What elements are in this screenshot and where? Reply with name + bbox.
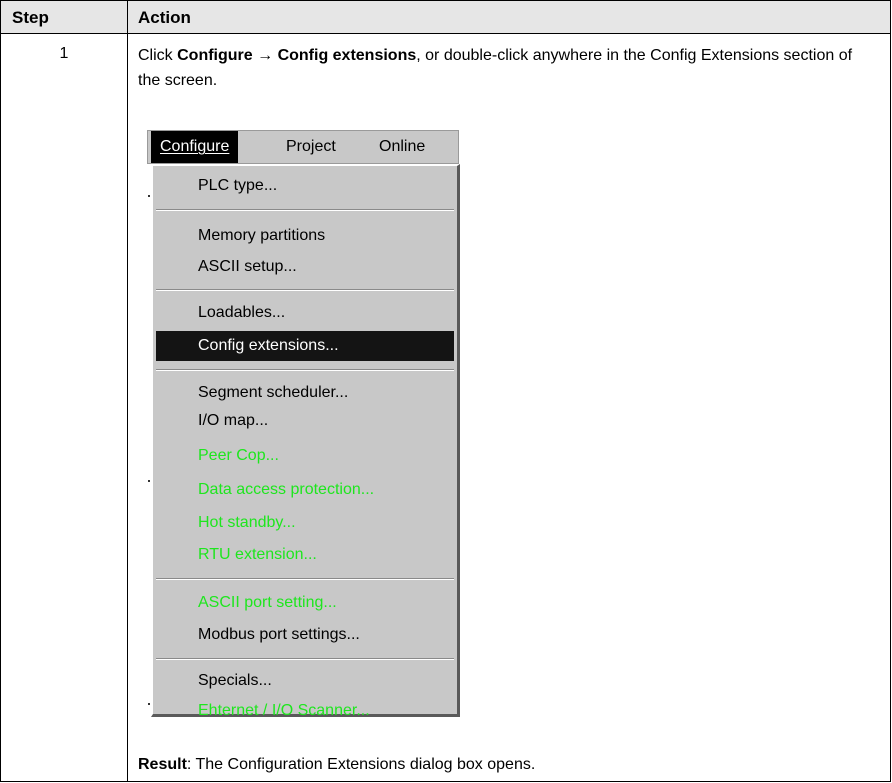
menu-configure-label: Configure: [160, 138, 230, 155]
menu-project-label: Project: [286, 138, 336, 155]
menu-item-hot-standby[interactable]: Hot standby...: [156, 508, 454, 538]
menu-project[interactable]: Project: [277, 131, 345, 163]
step-number: 1: [59, 45, 69, 62]
menu-separator: [156, 578, 454, 580]
header-action: Action: [138, 8, 191, 27]
background-mark: [148, 703, 150, 705]
column-divider: [127, 1, 128, 781]
menu-bar: Configure Project Online: [147, 130, 459, 164]
menu-item-ascii-setup[interactable]: ASCII setup...: [156, 252, 454, 282]
menu-online[interactable]: Online: [370, 131, 434, 163]
menu-separator: [156, 369, 454, 371]
action-config-extensions: Config extensions: [277, 47, 417, 64]
header-step: Step: [12, 8, 49, 27]
result-text: : The Configuration Extensions dialog bo…: [186, 756, 536, 773]
table-header-row: [1, 1, 890, 34]
menu-item-specials[interactable]: Specials...: [156, 666, 454, 696]
menu-item-memory-partitions[interactable]: Memory partitions: [156, 221, 454, 251]
menu-separator: [156, 658, 454, 660]
action-text-1: Click: [138, 47, 178, 64]
menu-separator: [156, 289, 454, 291]
menu-item-rtu-extension[interactable]: RTU extension...: [156, 540, 454, 570]
menu-item-segment-scheduler[interactable]: Segment scheduler...: [156, 378, 454, 408]
background-mark: [148, 480, 150, 482]
result-label: Result: [138, 756, 187, 773]
arrow-glyph: →: [257, 47, 274, 64]
background-mark: [148, 195, 150, 197]
configure-dropdown-menu: PLC type... Memory partitions ASCII setu…: [151, 164, 460, 719]
menu-item-loadables[interactable]: Loadables...: [156, 298, 454, 328]
menu-item-io-map[interactable]: I/O map...: [156, 406, 454, 436]
menu-configure[interactable]: Configure: [151, 131, 239, 163]
result-line: Result: The Configuration Extensions dia…: [138, 756, 535, 774]
menu-item-plc-type[interactable]: PLC type...: [156, 171, 454, 201]
menu-item-ascii-port-setting[interactable]: ASCII port setting...: [156, 588, 454, 618]
menu-online-label: Online: [379, 138, 426, 155]
menu-item-peer-cop[interactable]: Peer Cop...: [156, 441, 454, 471]
menu-item-ethernet-io-scanner[interactable]: Ehternet / I/O Scanner...: [156, 696, 454, 726]
menu-item-data-access-protection[interactable]: Data access protection...: [156, 475, 454, 505]
menu-separator: [156, 209, 454, 211]
action-configure: Configure: [177, 47, 253, 64]
action-instruction: Click Configure → Config extensions, or …: [138, 43, 878, 93]
menu-item-modbus-port-settings[interactable]: Modbus port settings...: [156, 620, 454, 650]
menu-item-config-extensions[interactable]: Config extensions...: [156, 331, 454, 361]
